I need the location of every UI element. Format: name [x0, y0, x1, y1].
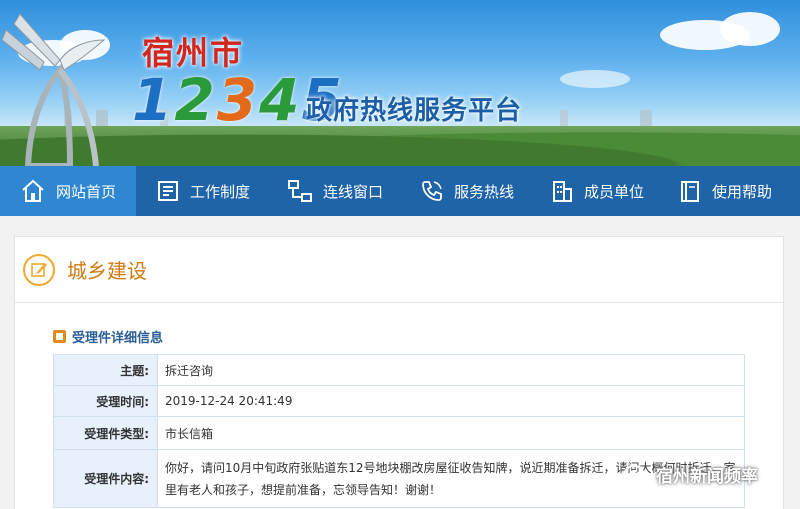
- section-header: 城乡建设: [15, 237, 783, 303]
- table-row: 受理时间: 2019-12-24 20:41:49: [53, 385, 745, 417]
- type-label: 受理件类型:: [53, 416, 158, 450]
- nav-item-work-rules[interactable]: 工作制度: [136, 166, 267, 216]
- building-icon: [553, 181, 572, 202]
- time-value: 2019-12-24 20:41:49: [157, 385, 745, 417]
- hotline-digit: 1: [132, 66, 175, 134]
- content-label: 受理件内容:: [53, 449, 158, 508]
- nav-item-service-hotline[interactable]: 服务热线: [400, 166, 530, 216]
- pencil-icon: [31, 262, 47, 277]
- table-row: 受理件类型: 市长信箱: [53, 416, 745, 450]
- nav-item-label: 使用帮助: [712, 182, 773, 201]
- book-icon: [681, 181, 699, 202]
- network-icon: [288, 180, 312, 202]
- time-label: 受理时间:: [53, 385, 158, 417]
- phone-icon: [422, 181, 442, 201]
- nav-item-label: 服务热线: [454, 182, 515, 201]
- type-value: 市长信箱: [157, 416, 745, 450]
- home-icon: [22, 179, 44, 202]
- nav-item-label: 网站首页: [56, 182, 117, 201]
- hotline-digit: 2: [174, 66, 217, 134]
- table-row: 主题: 拆迁咨询: [53, 354, 745, 386]
- watermark: 宿州新闻频率: [624, 462, 758, 487]
- nav-item-label: 连线窗口: [323, 182, 384, 201]
- header-banner: 宿州市 12345 政府热线服务平台: [0, 0, 800, 166]
- wechat-icon: [624, 464, 649, 484]
- nav-item-online-window[interactable]: 连线窗口: [267, 166, 400, 216]
- detail-subtitle: 受理件详细信息: [72, 331, 164, 346]
- sculpture-landmark: [1, 13, 106, 166]
- nav-item-home[interactable]: 网站首页: [0, 166, 136, 216]
- topic-label: 主题:: [53, 354, 158, 386]
- watermark-text: 宿州新闻频率: [656, 467, 758, 487]
- nav-item-label: 成员单位: [584, 182, 645, 201]
- main-navigation: 网站首页 工作制度 连线窗口 服务热线 成员单位 使用帮助: [0, 166, 800, 216]
- platform-title: 政府热线服务平台: [306, 96, 523, 126]
- nav-item-label: 工作制度: [190, 182, 251, 201]
- cloud-decoration: [560, 70, 630, 88]
- section-title: 城乡建设: [67, 259, 147, 283]
- cloud-decoration: [720, 12, 780, 46]
- hotline-digit: 3: [216, 66, 260, 134]
- info-square-icon: [53, 330, 66, 343]
- topic-value: 拆迁咨询: [157, 354, 745, 386]
- detail-subheader: 受理件详细信息: [53, 327, 163, 346]
- nav-item-help[interactable]: 使用帮助: [658, 166, 800, 216]
- document-list-icon: [158, 181, 178, 201]
- hotline-digit: 4: [259, 66, 302, 134]
- nav-item-member-units[interactable]: 成员单位: [530, 166, 658, 216]
- edit-icon: [23, 253, 55, 286]
